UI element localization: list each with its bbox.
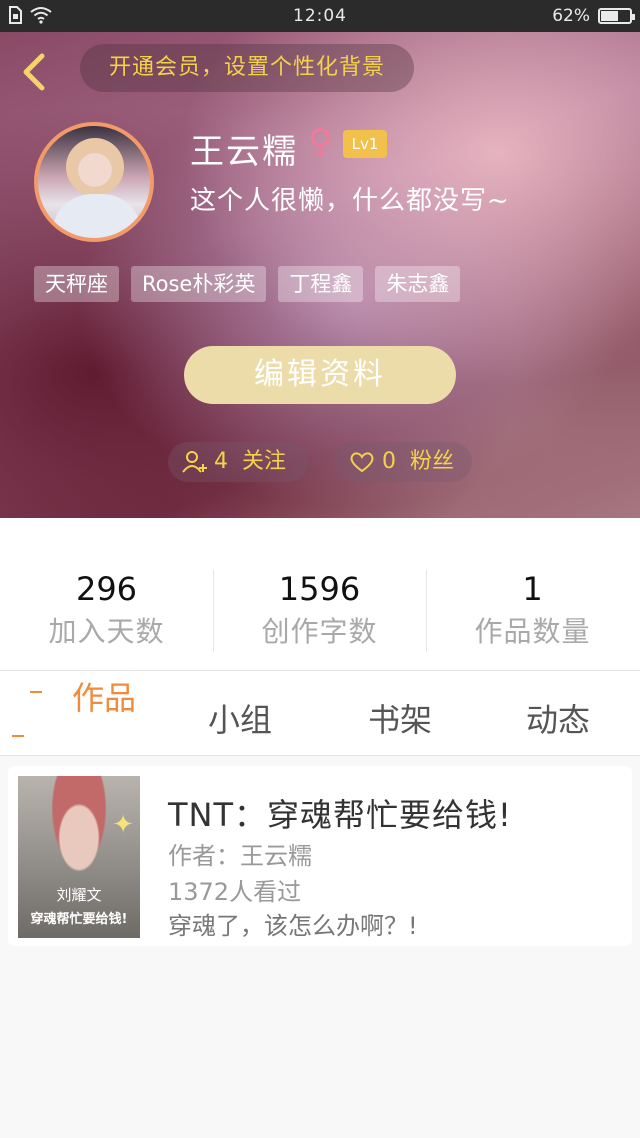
vip-banner-button[interactable]: 开通会员，设置个性化背景 [80, 44, 414, 92]
cover-caption: 穿魂帮忙要给钱! [30, 912, 128, 927]
fans-label: 粉丝 [410, 449, 455, 474]
work-views: 1372人看过 [168, 878, 302, 906]
status-time: 12:04 [293, 6, 347, 26]
sparkle-icon: ✦ [112, 810, 134, 840]
stat-value: 1 [522, 570, 543, 608]
stat-label: 加入天数 [48, 615, 165, 648]
work-description: 穿魂了，该怎么办啊？! [168, 912, 418, 940]
avatar[interactable] [34, 122, 154, 242]
battery-percent: 62% [552, 6, 590, 26]
tab-works[interactable]: 作品 [72, 673, 136, 719]
active-tab-indicator [12, 735, 24, 737]
female-icon: ♀ [308, 122, 333, 162]
status-bar: 12:04 62% [0, 0, 640, 32]
username: 王云糯 [190, 132, 298, 172]
cover-caption: 刘耀文 [56, 886, 102, 904]
stat-label: 作品数量 [474, 615, 591, 648]
stat-label: 创作字数 [261, 615, 378, 648]
tag-list: 天秤座 Rose朴彩英 丁程鑫 朱志鑫 [34, 266, 461, 302]
profile-header: 开通会员，设置个性化背景 王云糯 ♀ Lv1 这个人很懒，什么都没写~ 天秤座 … [0, 32, 640, 518]
tag-item[interactable]: Rose朴彩英 [131, 266, 267, 302]
active-tab-indicator [30, 691, 42, 693]
following-count: 4 [214, 449, 228, 474]
avatar-body [52, 194, 142, 238]
stats-panel: 296 加入天数 1596 创作字数 1 作品数量 [0, 518, 640, 670]
heart-icon [350, 452, 374, 473]
following-label: 关注 [242, 449, 287, 474]
fans-count: 0 [382, 449, 396, 474]
tab-bookshelf[interactable]: 书架 [368, 695, 432, 741]
work-author: 作者：王云糯 [168, 842, 312, 870]
work-cover-image[interactable]: ✦ 刘耀文 穿魂帮忙要给钱! [18, 776, 140, 938]
battery-fill [601, 11, 619, 21]
following-button[interactable]: 4 关注 [168, 442, 308, 482]
stat-value: 1596 [278, 570, 361, 608]
stat-value: 296 [75, 570, 138, 608]
tag-item[interactable]: 天秤座 [34, 266, 119, 302]
bio-text: 这个人很懒，什么都没写~ [190, 186, 510, 216]
work-card[interactable]: ✦ 刘耀文 穿魂帮忙要给钱! TNT：穿魂帮忙要给钱! 作者：王云糯 1372人… [8, 766, 632, 946]
back-button[interactable] [18, 52, 48, 91]
tab-activity[interactable]: 动态 [526, 695, 590, 741]
level-badge: Lv1 [343, 130, 387, 158]
status-icons-right: 62% [552, 6, 635, 26]
edit-profile-button[interactable]: 编辑资料 [184, 346, 456, 404]
battery-icon [598, 8, 635, 24]
chevron-left-icon [23, 53, 45, 91]
tab-groups[interactable]: 小组 [208, 695, 272, 741]
stat-word-count: 1596 创作字数 [213, 570, 426, 650]
tag-item[interactable]: 丁程鑫 [278, 266, 364, 302]
tag-item[interactable]: 朱志鑫 [375, 266, 461, 302]
avatar-face [66, 138, 124, 196]
add-user-icon [182, 451, 207, 473]
work-title[interactable]: TNT：穿魂帮忙要给钱! [168, 790, 512, 836]
stat-join-days: 296 加入天数 [0, 570, 213, 650]
tab-bar: 作品 小组 书架 动态 [0, 670, 640, 756]
stat-works-count: 1 作品数量 [426, 570, 639, 650]
fans-button[interactable]: 0 粉丝 [334, 442, 472, 482]
